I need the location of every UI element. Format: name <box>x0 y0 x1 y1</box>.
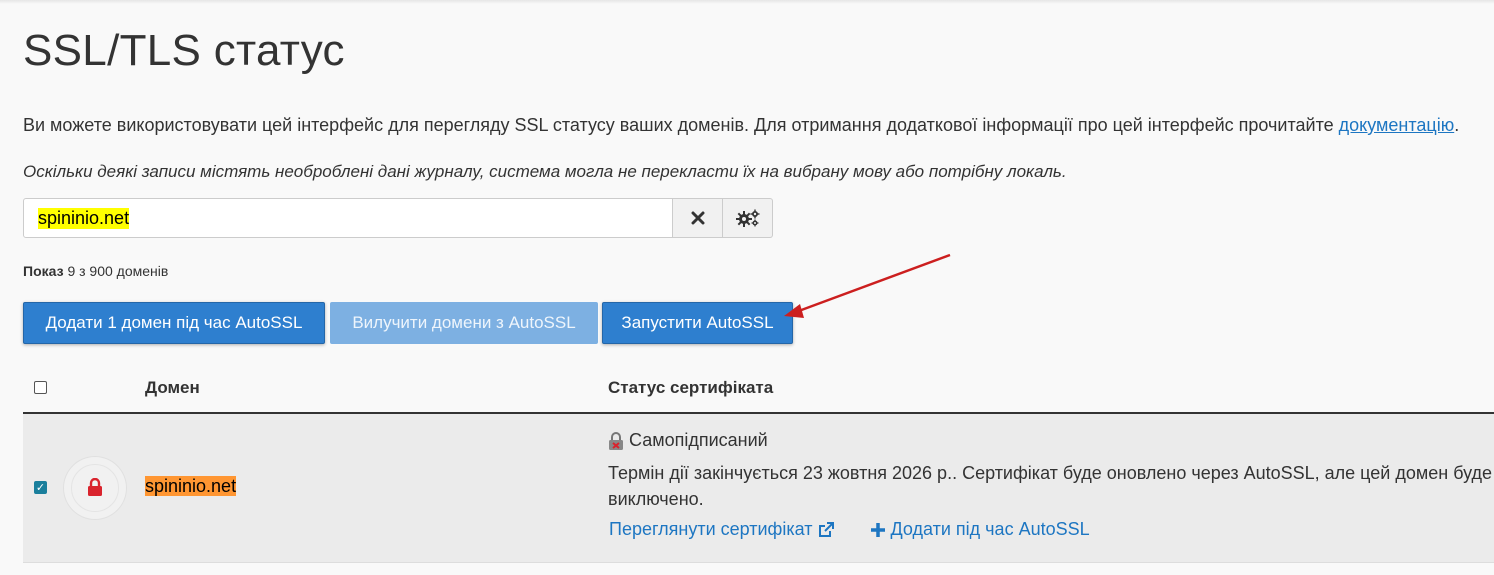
row-actions: Переглянути сертифікат Додати під час Au… <box>609 519 1090 540</box>
status-title-text: Самопідписаний <box>629 430 768 450</box>
status-line-1: Термін дії закінчується 23 жовтня 2026 р… <box>608 463 1493 483</box>
table-header: Домен Статус сертифіката <box>23 366 1494 414</box>
clear-search-button[interactable] <box>673 198 723 238</box>
page-title: SSL/TLS статус <box>23 26 345 75</box>
row-domain: spininio.net <box>145 476 237 497</box>
add-to-autossl-link[interactable]: Додати під час AutoSSL <box>870 519 1090 540</box>
count-text: 9 з 900 доменів <box>67 263 169 279</box>
status-title: Самопідписаний <box>608 430 768 451</box>
annotation-arrow <box>784 253 951 318</box>
view-certificate-link[interactable]: Переглянути сертифікат <box>609 519 834 540</box>
plus-icon <box>870 522 885 537</box>
description-text: Ви можете використовувати цей інтерфейс … <box>23 115 1339 135</box>
search-input[interactable]: spininio.net <box>23 198 673 238</box>
view-certificate-label: Переглянути сертифікат <box>609 519 813 539</box>
add-domain-autossl-button[interactable]: Додати 1 домен під час AutoSSL <box>23 302 325 344</box>
header-certificate-status: Статус сертифіката <box>608 378 774 397</box>
select-all-checkbox[interactable] <box>34 381 47 394</box>
count-label: Показ <box>23 263 64 279</box>
description-end: . <box>1454 115 1460 135</box>
header-domain: Домен <box>145 378 200 397</box>
status-description: Термін дії закінчується 23 жовтня 2026 р… <box>608 460 1494 512</box>
documentation-link[interactable]: документацію <box>1339 115 1455 135</box>
add-to-autossl-label: Додати під час AutoSSL <box>890 519 1090 539</box>
search-value: spininio.net <box>38 207 130 229</box>
exclude-domains-button[interactable]: Вилучити домени з AutoSSL <box>330 302 598 344</box>
top-shadow <box>0 0 1494 4</box>
page-description: Ви можете використовувати цей інтерфейс … <box>23 115 1459 136</box>
ssl-status-indicator <box>63 456 127 520</box>
status-line-2: виключено. <box>608 489 704 509</box>
warning-lock-icon <box>609 431 623 450</box>
results-count: Показ 9 з 900 доменів <box>23 263 168 279</box>
row-domain-text: spininio.net <box>145 476 237 496</box>
close-icon <box>691 211 704 225</box>
gears-icon <box>735 209 759 227</box>
locale-note: Оскільки деякі записи містять необроблен… <box>23 162 1067 181</box>
row-checkbox[interactable]: ✓ <box>34 481 47 494</box>
external-link-icon <box>818 521 834 537</box>
search-settings-button[interactable] <box>723 198 773 238</box>
lock-icon <box>88 478 102 496</box>
table-row: ✓ spininio.net Самопідписаний Термін дії… <box>23 414 1494 563</box>
search-bar: spininio.net <box>23 198 773 238</box>
run-autossl-button[interactable]: Запустити AutoSSL <box>602 302 793 344</box>
